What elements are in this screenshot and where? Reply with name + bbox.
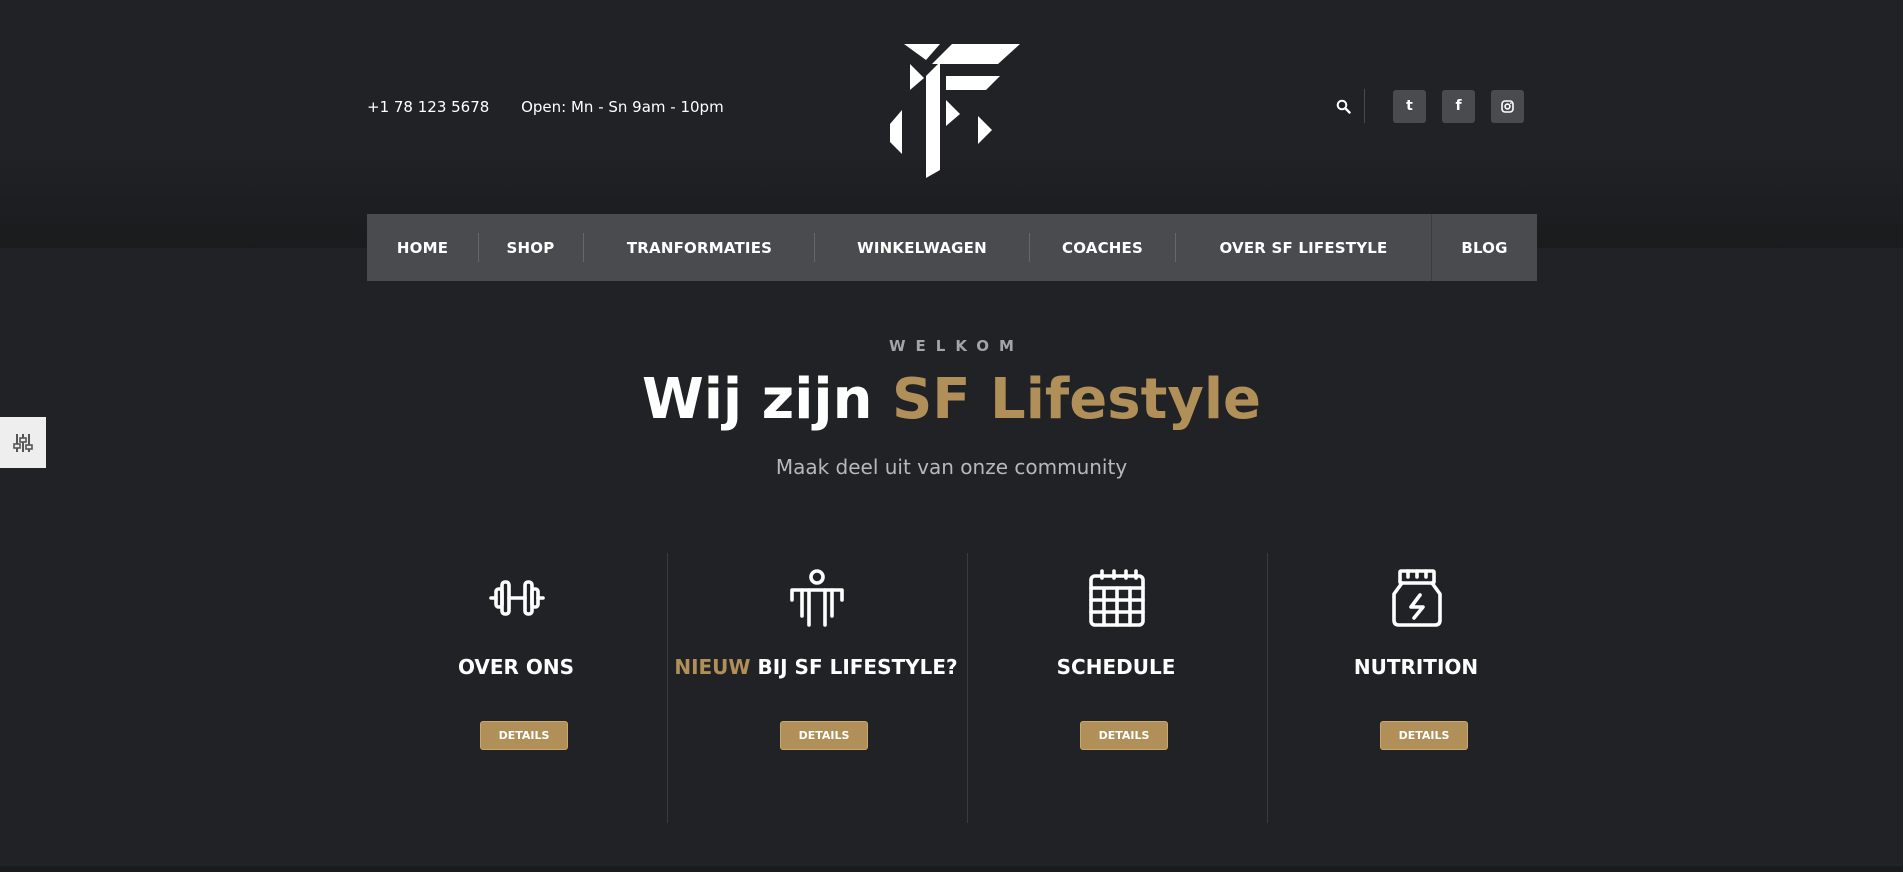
tumblr-icon[interactable]: t <box>1393 89 1426 123</box>
feature-nieuw: NIEUW BIJ SF LIFESTYLE? DETAILS <box>666 553 966 823</box>
section-divider <box>0 866 1903 872</box>
feature-title: NUTRITION <box>1266 655 1566 679</box>
feature-title: OVER ONS <box>366 655 666 679</box>
feature-title-highlight: NIEUW <box>674 655 751 679</box>
search-icon[interactable] <box>1332 89 1354 123</box>
feature-nutrition: NUTRITION DETAILS <box>1266 553 1566 823</box>
settings-panel-toggle[interactable] <box>0 417 46 468</box>
feature-title-text: BIJ SF LIFESTYLE? <box>750 655 958 679</box>
nav-item-transformaties[interactable]: TRANFORMATIES <box>584 214 815 281</box>
nav-item-home[interactable]: HOME <box>367 214 478 281</box>
sliders-icon <box>13 433 33 452</box>
opening-hours: Open: Mn - Sn 9am - 10pm <box>521 98 724 116</box>
hero-title-prefix: Wij zijn <box>641 367 892 432</box>
hero-eyebrow: WELKOM <box>889 337 1024 355</box>
details-button[interactable]: DETAILS <box>1080 721 1168 750</box>
contact-info: +1 78 123 5678 Open: Mn - Sn 9am - 10pm <box>367 98 751 116</box>
person-fitness-icon <box>790 569 844 627</box>
nav-item-winkelwagen[interactable]: WINKELWAGEN <box>815 214 1029 281</box>
feature-title-text: OVER ONS <box>457 655 575 679</box>
feature-title-text: NUTRITION <box>1353 655 1479 679</box>
hero-title: Wij zijn SF Lifestyle <box>0 365 1903 435</box>
details-button[interactable]: DETAILS <box>780 721 868 750</box>
feature-over-ons: OVER ONS DETAILS <box>366 553 666 823</box>
details-button[interactable]: DETAILS <box>1380 721 1468 750</box>
feature-title: NIEUW BIJ SF LIFESTYLE? <box>666 655 966 679</box>
nav-item-coaches[interactable]: COACHES <box>1030 214 1175 281</box>
phone-number[interactable]: +1 78 123 5678 <box>367 98 489 116</box>
dumbbell-icon <box>489 580 545 616</box>
nav-item-blog[interactable]: BLOG <box>1432 214 1537 281</box>
sf-logo[interactable] <box>880 38 1025 178</box>
main-nav: HOME SHOP TRANFORMATIES WINKELWAGEN COAC… <box>367 214 1537 281</box>
nav-item-over-sf-lifestyle[interactable]: OVER SF LIFESTYLE <box>1176 214 1431 281</box>
feature-schedule: SCHEDULE DETAILS <box>966 553 1266 823</box>
instagram-icon[interactable] <box>1491 89 1524 123</box>
feature-title: SCHEDULE <box>966 655 1266 679</box>
hero-title-highlight: SF Lifestyle <box>891 367 1262 432</box>
supplement-jar-icon <box>1392 569 1442 627</box>
divider <box>1364 89 1365 123</box>
calendar-icon <box>1089 569 1145 627</box>
details-button[interactable]: DETAILS <box>480 721 568 750</box>
feature-title-text: SCHEDULE <box>1056 655 1176 679</box>
facebook-icon[interactable]: f <box>1442 89 1475 123</box>
hero-subtitle: Maak deel uit van onze community <box>775 455 1128 479</box>
nav-item-shop[interactable]: SHOP <box>479 214 582 281</box>
header-icons: t f <box>1332 89 1540 123</box>
